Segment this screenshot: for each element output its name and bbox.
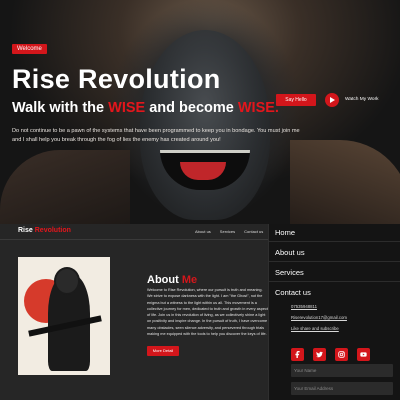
about-heading-text: About (147, 274, 179, 286)
facebook-icon[interactable] (291, 348, 304, 361)
nav-link-services[interactable]: Services (220, 229, 235, 234)
watch-my-work-link[interactable]: Watch My Work (345, 97, 379, 102)
nav-link-about[interactable]: About us (195, 229, 211, 234)
poster-head (54, 267, 80, 295)
menu-item-home[interactable]: Home (275, 228, 295, 237)
welcome-badge: Welcome (12, 44, 47, 54)
menu-item-about[interactable]: About us (275, 248, 305, 257)
email-input[interactable]: Your Email Address (291, 382, 393, 395)
tagline-text: and become (145, 100, 238, 116)
social-links (291, 348, 370, 361)
more-detail-button[interactable]: More Detail (147, 346, 179, 356)
menu-divider (269, 281, 400, 282)
menu-item-contact[interactable]: Contact us (275, 288, 311, 297)
brand-text: Rise (18, 227, 33, 234)
menu-divider (269, 261, 400, 262)
menu-item-services[interactable]: Services (275, 268, 304, 277)
about-body: Welcome to Rise Revolution, where our pu… (147, 288, 268, 337)
hero-description: Do not continue to be a pawn of the syst… (12, 128, 300, 143)
tagline-text: Walk with the (12, 100, 109, 116)
nav-brand[interactable]: Rise Revolution (18, 227, 71, 234)
youtube-icon[interactable] (357, 348, 370, 361)
nav-link-contact[interactable]: Contact us (244, 229, 263, 234)
hero-tagline: Walk with the WISE and become WISE. (12, 100, 279, 116)
about-heading: About Me (147, 274, 197, 286)
hero-section: Welcome Rise Revolution Walk with the WI… (0, 0, 400, 224)
hero-title: Rise Revolution (12, 64, 221, 94)
about-heading-accent: Me (181, 274, 198, 286)
tagline-accent: WISE (108, 100, 146, 116)
brand-accent: Revolution (34, 227, 71, 234)
contact-share[interactable]: Like share and subscribe (291, 326, 339, 331)
hero-background-figure (0, 150, 130, 224)
nav-links: About us Services Contact us (186, 229, 263, 234)
instagram-icon[interactable] (335, 348, 348, 361)
hero-background-figure (290, 140, 400, 224)
play-icon[interactable] (325, 93, 339, 107)
name-input[interactable]: Your Name (291, 364, 393, 377)
side-menu-panel: Home About us Services Contact us 075359… (268, 224, 400, 400)
about-section: Rise Revolution About us Services Contac… (0, 224, 268, 400)
tagline-accent: WISE. (237, 100, 279, 116)
oni-mask-image (140, 30, 270, 220)
twitter-icon[interactable] (313, 348, 326, 361)
say-hello-button[interactable]: Say Hello (276, 94, 316, 106)
contact-phone[interactable]: 07535948811 (291, 304, 317, 309)
nav-divider (0, 239, 268, 240)
warrior-poster-image (18, 257, 110, 375)
menu-divider (269, 241, 400, 242)
contact-email[interactable]: Riserevolution17@gmail.com (291, 315, 347, 320)
